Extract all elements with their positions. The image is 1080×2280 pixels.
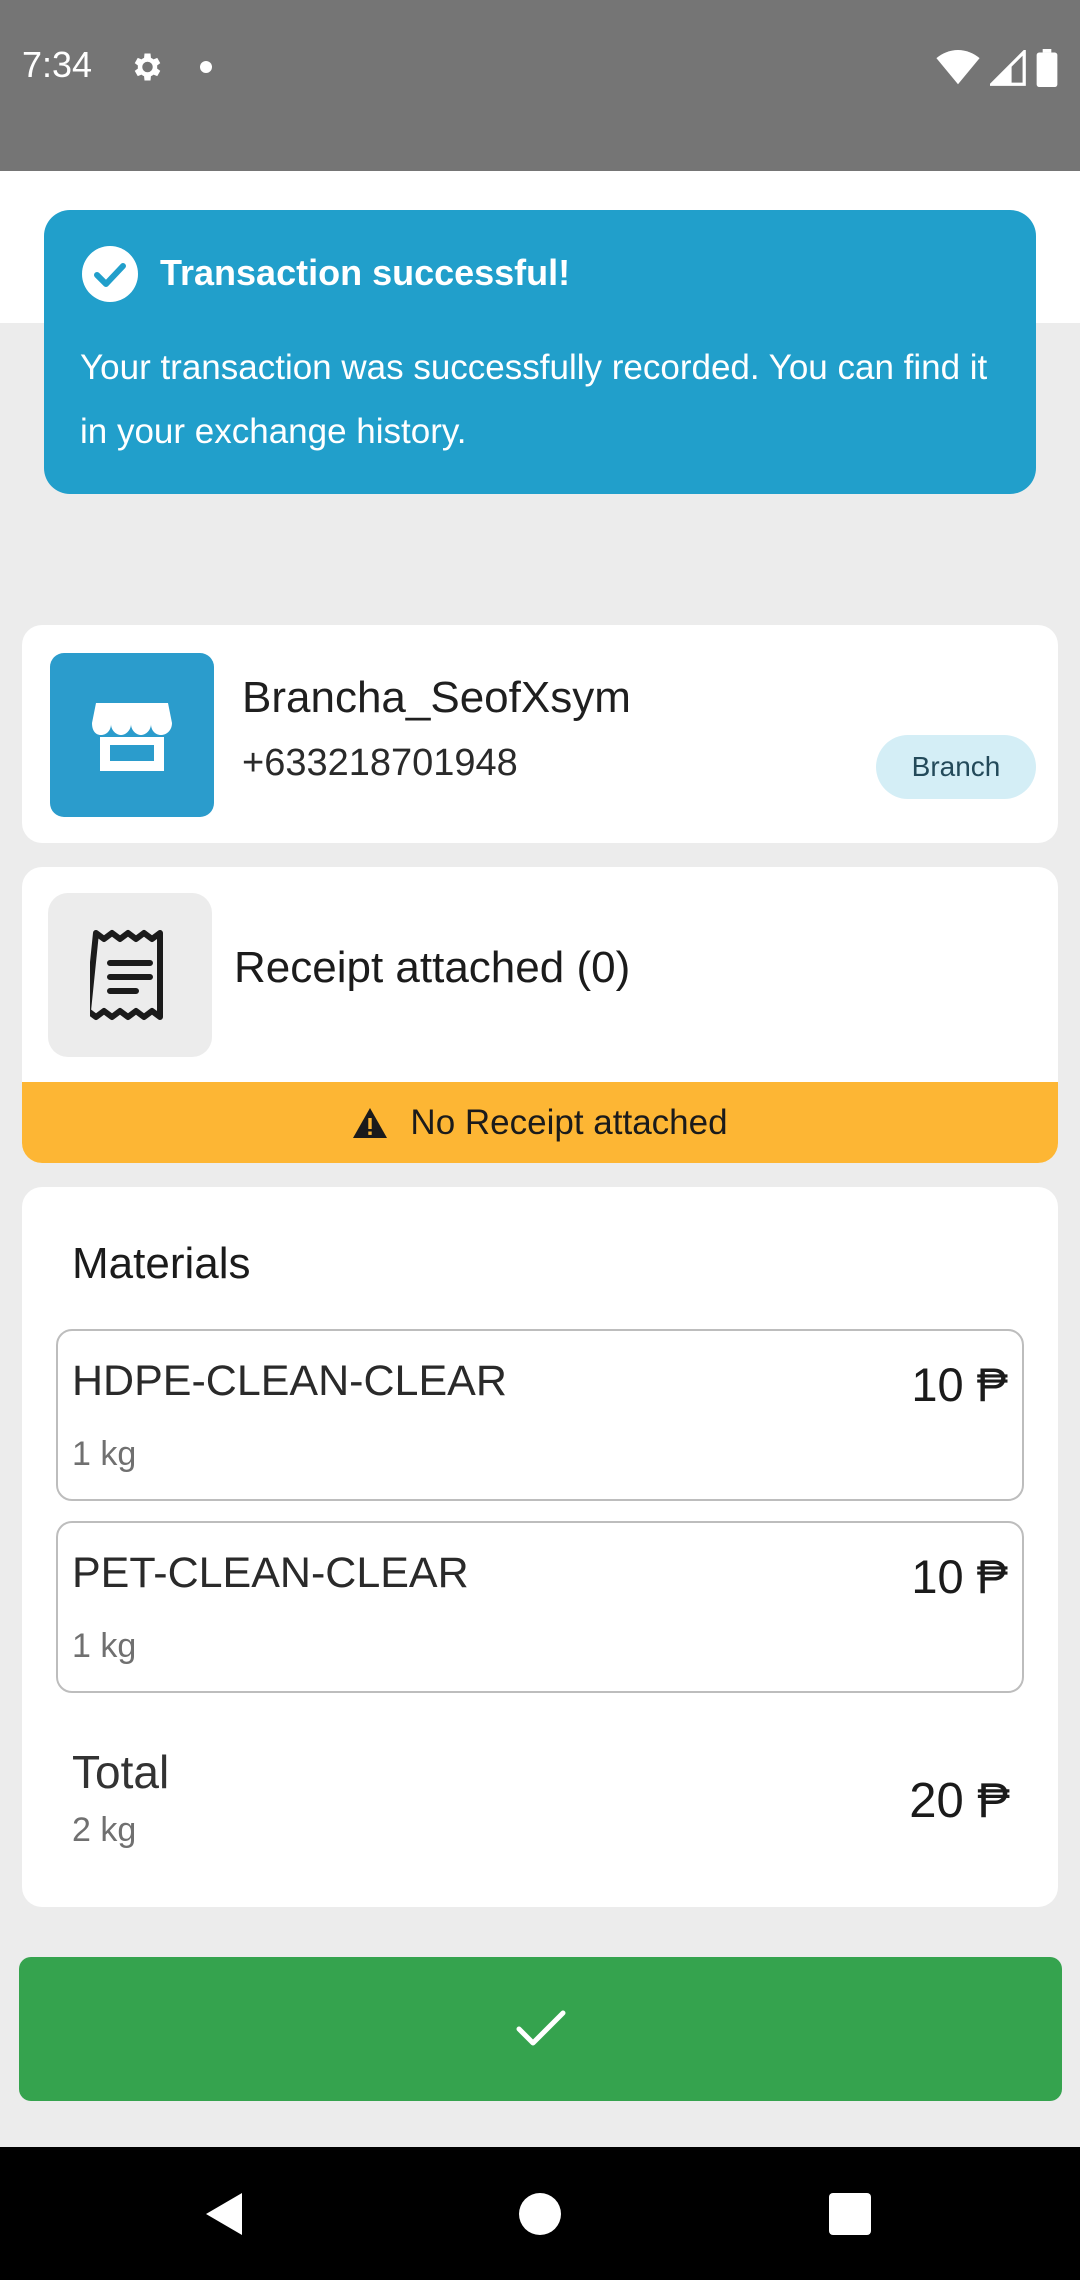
warning-icon (353, 1107, 388, 1138)
material-name: HDPE-CLEAN-CLEAR (72, 1357, 507, 1405)
signal-icon (990, 50, 1026, 86)
check-circle-icon (82, 246, 138, 302)
material-price: 10 ₱ (911, 1550, 1008, 1603)
total-price: 20 ₱ (909, 1774, 1010, 1828)
status-time: 7:34 (22, 44, 93, 85)
receipt-tile[interactable] (48, 893, 212, 1057)
battery-icon (1036, 49, 1058, 87)
materials-title: Materials (72, 1239, 251, 1288)
checkmark-icon (516, 2010, 565, 2046)
success-toast[interactable]: Transaction successful! Your transaction… (44, 210, 1036, 494)
confirm-button[interactable] (19, 1957, 1062, 2101)
material-item[interactable]: HDPE-CLEAN-CLEAR 1 kg 10 ₱ (56, 1329, 1024, 1501)
material-price: 10 ₱ (911, 1358, 1008, 1411)
material-item[interactable]: PET-CLEAN-CLEAR 1 kg 10 ₱ (56, 1521, 1024, 1693)
branch-card[interactable]: Brancha_SeofXsym +633218701948 Branch (22, 625, 1058, 843)
store-tile (50, 653, 214, 817)
wifi-icon (936, 50, 980, 85)
warning-text: No Receipt attached (410, 1102, 728, 1142)
materials-card: Materials HDPE-CLEAN-CLEAR 1 kg 10 ₱ PET… (22, 1187, 1058, 1907)
recents-icon[interactable] (829, 2193, 871, 2235)
branch-badge: Branch (876, 735, 1036, 799)
material-weight: 1 kg (72, 1435, 137, 1473)
total-weight: 2 kg (72, 1811, 137, 1849)
material-name: PET-CLEAN-CLEAR (72, 1549, 469, 1597)
receipt-icon (90, 930, 163, 1020)
notification-dot-icon (200, 61, 212, 73)
status-bar: 7:34 (0, 0, 1080, 171)
gear-icon (134, 53, 161, 81)
home-icon[interactable] (519, 2193, 561, 2235)
material-weight: 1 kg (72, 1627, 137, 1665)
toast-message: Your transaction was successfully record… (80, 348, 988, 451)
navigation-bar (0, 2147, 1080, 2280)
branch-name: Brancha_SeofXsym (242, 673, 631, 722)
branch-phone: +633218701948 (242, 742, 518, 784)
back-icon[interactable] (204, 2191, 244, 2237)
total-label: Total (72, 1746, 170, 1798)
store-icon (92, 703, 172, 771)
receipt-card[interactable]: Receipt attached (0) No Receipt attached (22, 867, 1058, 1163)
no-receipt-warning: No Receipt attached (22, 1082, 1058, 1163)
receipt-title: Receipt attached (0) (234, 943, 631, 992)
toast-title: Transaction successful! (160, 252, 571, 293)
